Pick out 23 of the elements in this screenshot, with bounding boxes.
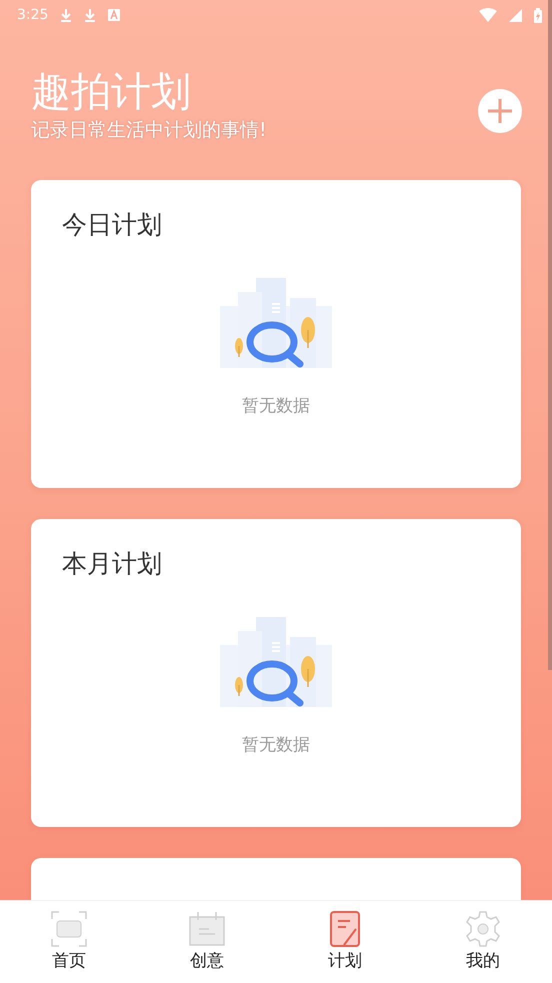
tab-bar-item[interactable]: 我的: [414, 901, 552, 983]
add-button[interactable]: [478, 89, 522, 133]
battery-icon: [534, 8, 542, 22]
page-title: 趣拍计划: [31, 68, 192, 116]
page-subtitle: 记录日常生活中计划的事情!: [31, 118, 268, 142]
app-notification-icon: [108, 9, 120, 21]
settings-icon: [465, 911, 501, 947]
tab-bar-item[interactable]: 计划: [276, 901, 414, 983]
status-time: 3:25: [17, 7, 48, 23]
empty-message: 暂无数据: [242, 395, 310, 417]
download-icon: [60, 8, 72, 22]
calendar-icon: [189, 911, 225, 947]
empty-message: 暂无数据: [242, 734, 310, 756]
card-title: 今日计划: [62, 209, 162, 241]
card-title: 本月计划: [62, 548, 162, 580]
wifi-icon: [479, 8, 497, 22]
note-edit-icon: [330, 911, 360, 947]
plus-icon: [487, 98, 513, 124]
screen-frame-icon: [51, 911, 87, 947]
download-icon: [84, 8, 96, 22]
signal-icon: [509, 8, 522, 22]
tab-bar-item[interactable]: 首页: [0, 901, 138, 983]
tab-bar-item[interactable]: 创意: [138, 901, 276, 983]
